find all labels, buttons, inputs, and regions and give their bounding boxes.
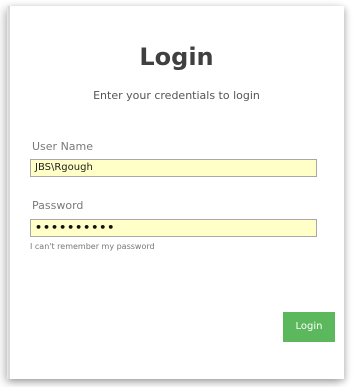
page-title: Login [139,43,214,71]
login-subtitle: Enter your credentials to login [93,89,260,102]
forgot-password-link[interactable]: I can't remember my password [30,242,155,252]
login-button[interactable]: Login [283,312,335,342]
username-label: User Name [32,140,94,153]
password-input[interactable]: •••••••••• [30,219,317,237]
username-input[interactable]: JBS\Rgough [30,159,317,177]
password-label: Password [32,199,84,212]
